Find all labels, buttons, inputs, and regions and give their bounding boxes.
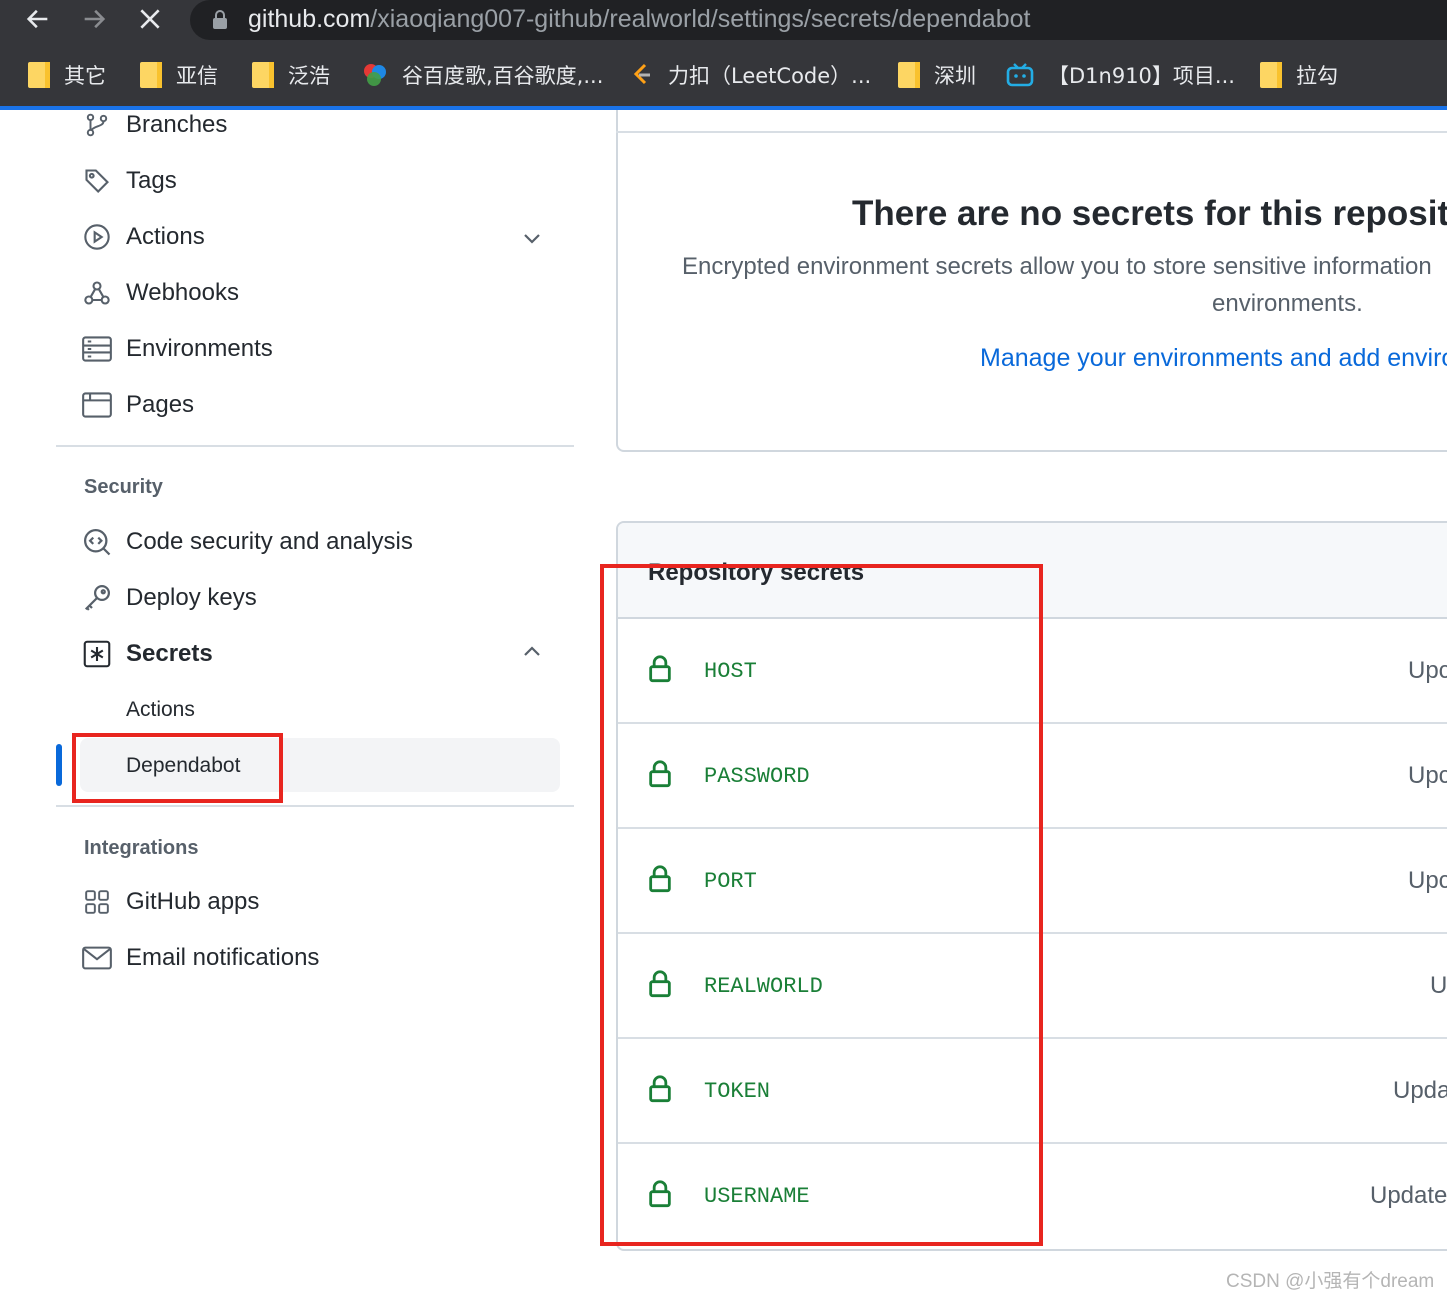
sidebar-item-pages[interactable]: Pages (80, 385, 194, 425)
chevron-down-icon[interactable] (520, 226, 544, 250)
bookmark-item[interactable]: 谷百度歌,百谷歌度,... (362, 58, 603, 92)
sidebar-item-webhooks[interactable]: Webhooks (80, 273, 239, 313)
forward-button[interactable] (74, 0, 114, 38)
back-button[interactable] (18, 0, 58, 38)
sidebar-item-label: Tags (126, 167, 177, 194)
arrow-right-icon (84, 9, 106, 29)
security-heading: Security (84, 476, 163, 498)
git-branch-icon (80, 108, 114, 142)
secret-updated: Upc (1408, 762, 1447, 789)
browser-toolbar: github.com/xiaoqiang007-github/realworld… (0, 0, 1447, 42)
bookmark-label: 【D1n910】项目... (1048, 64, 1235, 88)
sidebar-item-label: Deploy keys (126, 584, 257, 611)
close-icon (140, 9, 160, 29)
chevron-up-icon[interactable] (520, 640, 544, 664)
browser-icon (80, 388, 114, 422)
watermark: CSDN @小强有个dream (1226, 1271, 1435, 1292)
sidebar-item-label: Pages (126, 391, 195, 418)
url-text: github.com/xiaoqiang007-github/realworld… (248, 4, 1030, 34)
empty-state-title: There are no secrets for this repositor (852, 194, 1447, 233)
bookmark-label: 亚信 (176, 64, 218, 88)
sidebar-divider (56, 805, 574, 807)
server-icon (80, 332, 114, 366)
bookmark-item[interactable]: 其它 (28, 58, 106, 92)
folder-icon (1260, 62, 1282, 88)
bookmark-item[interactable]: 泛浩 (252, 58, 330, 92)
tag-icon (80, 164, 114, 198)
sidebar-item-code-security[interactable]: Code security and analysis (80, 522, 413, 562)
sidebar-item-tags[interactable]: Tags (80, 161, 177, 201)
mail-icon (80, 941, 114, 975)
key-icon (80, 581, 114, 615)
secret-updated: Update (1370, 1182, 1447, 1209)
address-bar[interactable]: github.com/xiaoqiang007-github/realworld… (190, 0, 1447, 40)
colorful-balls-icon (364, 64, 386, 86)
sidebar-item-label: GitHub apps (126, 888, 260, 915)
environment-header-divider (616, 131, 1447, 133)
sidebar-item-branches[interactable]: Branches (80, 105, 227, 145)
secret-updated: Upc (1408, 657, 1447, 684)
sidebar-item-label: Code security and analysis (126, 528, 413, 555)
stop-loading-button[interactable] (130, 0, 170, 38)
empty-state-description: Encrypted environment secrets allow you … (682, 253, 1432, 280)
bookmark-label: 拉勾 (1296, 64, 1338, 88)
sidebar-item-label: Branches (126, 111, 228, 138)
sidebar-item-label: Email notifications (126, 944, 320, 971)
folder-icon (898, 62, 920, 88)
annotation-box-secrets (600, 564, 1043, 1246)
folder-icon (252, 62, 274, 88)
secret-updated: Upda (1393, 1077, 1447, 1104)
bookmark-item[interactable]: 深圳 (898, 58, 976, 92)
annotation-box-dependabot (72, 733, 283, 803)
arrow-left-icon (26, 9, 48, 29)
bookmark-label: 深圳 (934, 64, 976, 88)
sidebar-item-label: Actions (126, 223, 205, 250)
bookmark-item[interactable]: 力扣（LeetCode）... (630, 58, 871, 92)
sidebar-item-github-apps[interactable]: GitHub apps (80, 882, 259, 922)
sidebar-item-actions[interactable]: Actions (80, 217, 205, 257)
sidebar-item-label: Environments (126, 335, 273, 362)
integrations-heading: Integrations (84, 837, 199, 859)
leetcode-icon (633, 63, 650, 85)
active-indicator (56, 744, 62, 786)
bilibili-icon (1006, 63, 1034, 87)
bookmark-item[interactable]: 【D1n910】项目... (1006, 58, 1235, 92)
bookmark-label: 泛浩 (288, 64, 330, 88)
bookmark-label: 其它 (64, 64, 106, 88)
url-host: github.com (248, 5, 371, 33)
folder-icon (140, 62, 162, 88)
environment-secrets-blankslate (616, 110, 1447, 452)
sidebar-item-email-notifications[interactable]: Email notifications (80, 938, 319, 978)
lock-icon (213, 10, 227, 29)
sidebar-divider (56, 445, 574, 447)
bookmark-item[interactable]: 亚信 (140, 58, 218, 92)
sidebar-subitem-actions[interactable]: Actions (126, 698, 195, 722)
asterisk-box-icon (80, 637, 114, 671)
bookmark-label: 力扣（LeetCode）... (668, 64, 872, 88)
bookmark-item[interactable]: 拉勾 (1260, 58, 1338, 92)
folder-icon (28, 62, 50, 88)
sidebar-item-deploy-keys[interactable]: Deploy keys (80, 578, 257, 618)
webhook-icon (80, 276, 114, 310)
url-path: /xiaoqiang007-github/realworld/settings/… (370, 5, 1031, 33)
sidebar-item-label: Secrets (126, 640, 213, 667)
bookmarks-bar: 其它 亚信 泛浩 谷百度歌,百谷歌度,... 力扣（LeetCode）... 深… (0, 42, 1447, 106)
codescan-icon (80, 525, 114, 559)
secret-updated: Upc (1408, 867, 1447, 894)
secret-updated: U (1430, 972, 1447, 999)
sidebar-item-label: Webhooks (126, 279, 239, 306)
manage-environments-link[interactable]: Manage your environments and add enviro (980, 344, 1447, 373)
apps-icon (80, 885, 114, 919)
play-circle-icon (80, 220, 114, 254)
sidebar-item-environments[interactable]: Environments (80, 329, 273, 369)
bookmark-label: 谷百度歌,百谷歌度,... (402, 64, 604, 88)
empty-state-description-line2: environments. (1212, 290, 1363, 317)
sidebar-item-secrets[interactable]: Secrets (80, 634, 213, 674)
